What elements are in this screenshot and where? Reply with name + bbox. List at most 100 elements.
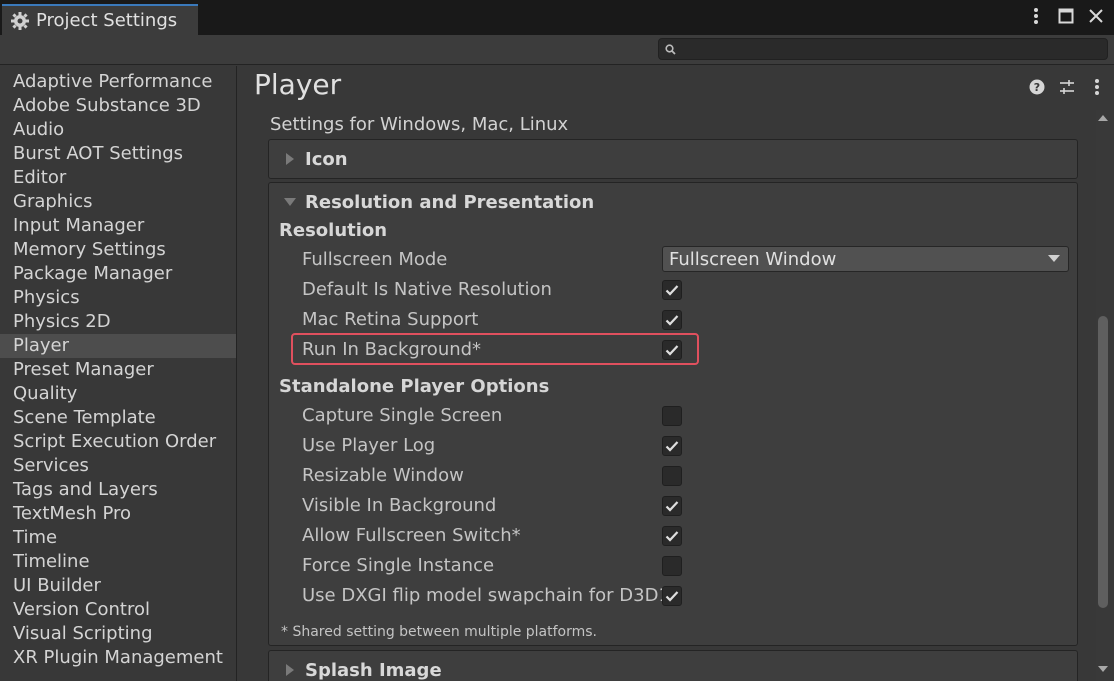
- row-use-dxgi-flip: Use DXGI flip model swapchain for D3D1: [269, 581, 1079, 611]
- use-player-log-checkbox[interactable]: [662, 436, 682, 456]
- mac-retina-support-label: Mac Retina Support: [302, 309, 479, 330]
- fullscreen-mode-value: Fullscreen Window: [669, 248, 837, 270]
- sidebar-item-scene-template[interactable]: Scene Template: [0, 406, 236, 430]
- row-run-in-background: Run In Background*: [269, 333, 1079, 365]
- force-single-instance-checkbox[interactable]: [662, 556, 682, 576]
- main-panel: Player ? Settings for Windows, Mac, Linu…: [238, 66, 1114, 681]
- fullscreen-mode-dropdown[interactable]: Fullscreen Window: [662, 246, 1069, 272]
- checkmark-icon: [665, 315, 679, 326]
- sidebar-item-audio[interactable]: Audio: [0, 118, 236, 142]
- sidebar-item-time[interactable]: Time: [0, 526, 236, 550]
- platform-settings-label: Settings for Windows, Mac, Linux: [270, 114, 569, 135]
- search-box[interactable]: [658, 38, 1108, 60]
- sidebar-item-preset-manager[interactable]: Preset Manager: [0, 358, 236, 382]
- sidebar-list: Adaptive Performance Adobe Substance 3D …: [0, 66, 236, 670]
- sidebar-item-memory-settings[interactable]: Memory Settings: [0, 238, 236, 262]
- checkmark-icon: [665, 441, 679, 452]
- sidebar-item-adaptive-performance[interactable]: Adaptive Performance: [0, 70, 236, 94]
- sidebar-item-timeline[interactable]: Timeline: [0, 550, 236, 574]
- resizable-window-checkbox[interactable]: [662, 466, 682, 486]
- use-dxgi-flip-label: Use DXGI flip model swapchain for D3D1: [302, 585, 670, 606]
- use-dxgi-flip-checkbox[interactable]: [662, 586, 682, 606]
- sidebar-item-script-execution-order[interactable]: Script Execution Order: [0, 430, 236, 454]
- visible-in-background-label: Visible In Background: [302, 495, 497, 516]
- foldout-resolution-header[interactable]: Resolution and Presentation: [269, 183, 1077, 221]
- search-input[interactable]: [680, 40, 1084, 58]
- row-force-single-instance: Force Single Instance: [269, 551, 1079, 581]
- window-controls: [1026, 6, 1106, 26]
- sidebar-item-services[interactable]: Services: [0, 454, 236, 478]
- sidebar-item-player[interactable]: Player: [0, 334, 236, 358]
- chevron-down-icon: [1048, 255, 1060, 263]
- tab-title: Project Settings: [36, 10, 178, 31]
- sidebar-item-quality[interactable]: Quality: [0, 382, 236, 406]
- close-icon[interactable]: [1086, 6, 1106, 26]
- checkmark-icon: [665, 345, 679, 356]
- sidebar-item-physics[interactable]: Physics: [0, 286, 236, 310]
- section-resolution: Resolution: [279, 220, 388, 241]
- foldout-resolution-label: Resolution and Presentation: [305, 191, 595, 213]
- section-standalone-player-options: Standalone Player Options: [279, 376, 550, 397]
- project-settings-window: Project Settings Adaptive Performance Ad…: [0, 0, 1114, 681]
- tab-project-settings[interactable]: Project Settings: [2, 4, 198, 35]
- sidebar-item-input-manager[interactable]: Input Manager: [0, 214, 236, 238]
- fullscreen-mode-label: Fullscreen Mode: [302, 249, 448, 270]
- svg-text:?: ?: [1034, 81, 1040, 94]
- checkmark-icon: [665, 285, 679, 296]
- preset-sliders-icon[interactable]: [1058, 78, 1076, 96]
- scroll-down-icon[interactable]: [1098, 665, 1108, 675]
- foldout-icon: Icon: [268, 139, 1078, 179]
- default-native-resolution-checkbox[interactable]: [662, 280, 682, 300]
- foldout-resolution-presentation: Resolution and Presentation Resolution F…: [268, 182, 1078, 646]
- row-mac-retina-support: Mac Retina Support: [269, 305, 1079, 335]
- sidebar-item-xr-plugin-management[interactable]: XR Plugin Management: [0, 646, 236, 670]
- more-vert-icon[interactable]: [1026, 6, 1046, 26]
- sidebar-item-physics-2d[interactable]: Physics 2D: [0, 310, 236, 334]
- sidebar-item-tags-and-layers[interactable]: Tags and Layers: [0, 478, 236, 502]
- more-vert-icon[interactable]: [1088, 78, 1106, 96]
- foldout-icon-header[interactable]: Icon: [269, 140, 1077, 178]
- allow-fullscreen-switch-checkbox[interactable]: [662, 526, 682, 546]
- row-allow-fullscreen-switch: Allow Fullscreen Switch*: [269, 521, 1079, 551]
- sidebar-item-graphics[interactable]: Graphics: [0, 190, 236, 214]
- mac-retina-support-checkbox[interactable]: [662, 310, 682, 330]
- checkmark-icon: [665, 501, 679, 512]
- row-fullscreen-mode: Fullscreen Mode Fullscreen Window: [269, 245, 1079, 275]
- scroll-thumb[interactable]: [1098, 316, 1108, 608]
- row-resizable-window: Resizable Window: [269, 461, 1079, 491]
- settings-scroll-area: Settings for Windows, Mac, Linux Icon Re…: [238, 110, 1088, 681]
- sidebar-item-ui-builder[interactable]: UI Builder: [0, 574, 236, 598]
- use-player-log-label: Use Player Log: [302, 435, 436, 456]
- maximize-icon[interactable]: [1056, 6, 1076, 26]
- header-icons: ?: [1028, 78, 1106, 96]
- sidebar-item-visual-scripting[interactable]: Visual Scripting: [0, 622, 236, 646]
- checkmark-icon: [665, 531, 679, 542]
- title-bar: Project Settings: [0, 0, 1114, 35]
- foldout-splash-header[interactable]: Splash Image: [269, 651, 1077, 681]
- gear-icon: [10, 11, 30, 31]
- vertical-scrollbar[interactable]: [1096, 110, 1110, 681]
- sidebar-item-burst-aot-settings[interactable]: Burst AOT Settings: [0, 142, 236, 166]
- sidebar-item-version-control[interactable]: Version Control: [0, 598, 236, 622]
- capture-single-screen-label: Capture Single Screen: [302, 405, 503, 426]
- sidebar-item-textmesh-pro[interactable]: TextMesh Pro: [0, 502, 236, 526]
- visible-in-background-checkbox[interactable]: [662, 496, 682, 516]
- row-visible-in-background: Visible In Background: [269, 491, 1079, 521]
- foldout-icon-label: Icon: [305, 148, 348, 170]
- row-default-native-resolution: Default Is Native Resolution: [269, 275, 1079, 305]
- sidebar-item-editor[interactable]: Editor: [0, 166, 236, 190]
- sidebar-item-adobe-substance-3d[interactable]: Adobe Substance 3D: [0, 94, 236, 118]
- triangle-right-icon: [283, 663, 297, 677]
- default-native-resolution-label: Default Is Native Resolution: [302, 279, 552, 300]
- scroll-up-icon[interactable]: [1098, 114, 1108, 124]
- triangle-down-icon: [283, 195, 297, 209]
- foldout-splash-image: Splash Image: [268, 650, 1078, 681]
- help-icon[interactable]: ?: [1028, 78, 1046, 96]
- foldout-splash-label: Splash Image: [305, 659, 442, 681]
- checkmark-icon: [665, 591, 679, 602]
- allow-fullscreen-switch-label: Allow Fullscreen Switch*: [302, 525, 521, 546]
- run-in-background-checkbox[interactable]: [662, 340, 682, 360]
- row-capture-single-screen: Capture Single Screen: [269, 401, 1079, 431]
- capture-single-screen-checkbox[interactable]: [662, 406, 682, 426]
- sidebar-item-package-manager[interactable]: Package Manager: [0, 262, 236, 286]
